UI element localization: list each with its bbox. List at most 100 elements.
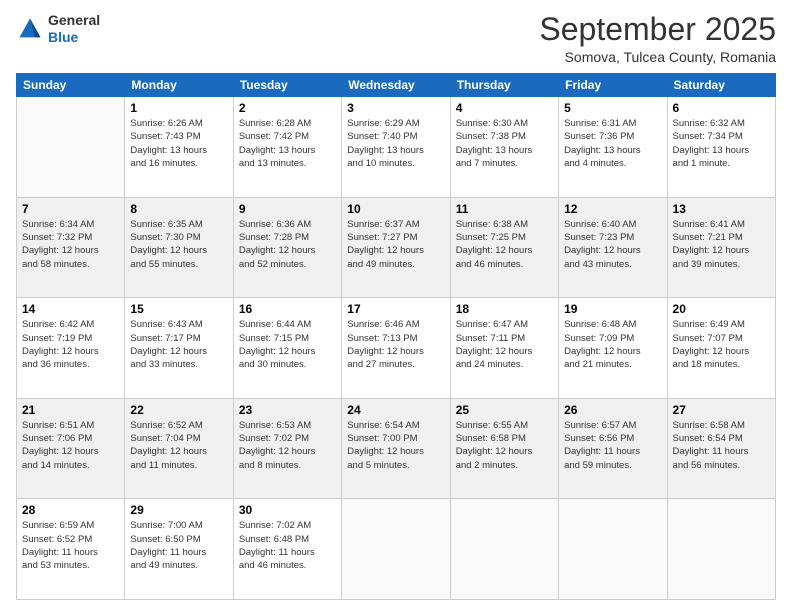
day-info: Sunrise: 6:32 AMSunset: 7:34 PMDaylight:… (673, 117, 770, 170)
day-number: 26 (564, 403, 661, 417)
day-number: 5 (564, 101, 661, 115)
day-number: 12 (564, 202, 661, 216)
day-info: Sunrise: 6:35 AMSunset: 7:30 PMDaylight:… (130, 218, 227, 271)
day-number: 20 (673, 302, 770, 316)
table-row: 29 Sunrise: 7:00 AMSunset: 6:50 PMDayligh… (125, 499, 233, 600)
col-wednesday: Wednesday (342, 74, 450, 97)
table-row: 3 Sunrise: 6:29 AMSunset: 7:40 PMDaylight… (342, 97, 450, 198)
day-info: Sunrise: 6:29 AMSunset: 7:40 PMDaylight:… (347, 117, 444, 170)
day-info: Sunrise: 6:51 AMSunset: 7:06 PMDaylight:… (22, 419, 119, 472)
logo-general: General (48, 12, 100, 28)
day-info: Sunrise: 6:54 AMSunset: 7:00 PMDaylight:… (347, 419, 444, 472)
day-number: 10 (347, 202, 444, 216)
table-row: 11 Sunrise: 6:38 AMSunset: 7:25 PMDayligh… (450, 197, 558, 298)
table-row: 26 Sunrise: 6:57 AMSunset: 6:56 PMDayligh… (559, 398, 667, 499)
table-row: 18Sunrise: 6:47 AMSunset: 7:11 PMDayligh… (450, 298, 558, 399)
table-row: 13 Sunrise: 6:41 AMSunset: 7:21 PMDayligh… (667, 197, 775, 298)
table-row (450, 499, 558, 600)
day-info: Sunrise: 6:40 AMSunset: 7:23 PMDaylight:… (564, 218, 661, 271)
day-number: 18 (456, 302, 553, 316)
table-row: 27Sunrise: 6:58 AMSunset: 6:54 PMDayligh… (667, 398, 775, 499)
day-number: 2 (239, 101, 336, 115)
table-row: 24 Sunrise: 6:54 AMSunset: 7:00 PMDayligh… (342, 398, 450, 499)
table-row: 20 Sunrise: 6:49 AMSunset: 7:07 PMDayligh… (667, 298, 775, 399)
day-info: Sunrise: 6:46 AMSunset: 7:13 PMDaylight:… (347, 318, 444, 371)
day-info: Sunrise: 6:49 AMSunset: 7:07 PMDaylight:… (673, 318, 770, 371)
day-info: Sunrise: 6:52 AMSunset: 7:04 PMDaylight:… (130, 419, 227, 472)
day-number: 28 (22, 503, 119, 517)
col-monday: Monday (125, 74, 233, 97)
table-row: 8 Sunrise: 6:35 AMSunset: 7:30 PMDaylight… (125, 197, 233, 298)
calendar-header-row: Sunday Monday Tuesday Wednesday Thursday… (17, 74, 776, 97)
day-number: 6 (673, 101, 770, 115)
logo-blue: Blue (48, 29, 78, 45)
day-number: 15 (130, 302, 227, 316)
calendar: Sunday Monday Tuesday Wednesday Thursday… (16, 73, 776, 600)
day-info: Sunrise: 6:57 AMSunset: 6:56 PMDaylight:… (564, 419, 661, 472)
table-row: 23 Sunrise: 6:53 AMSunset: 7:02 PMDayligh… (233, 398, 341, 499)
day-number: 13 (673, 202, 770, 216)
day-number: 17 (347, 302, 444, 316)
title-block: September 2025 Somova, Tulcea County, Ro… (539, 12, 776, 65)
table-row: 25 Sunrise: 6:55 AMSunset: 6:58 PMDayligh… (450, 398, 558, 499)
table-row: 14Sunrise: 6:42 AMSunset: 7:19 PMDayligh… (17, 298, 125, 399)
table-row: 9Sunrise: 6:36 AMSunset: 7:28 PMDaylight… (233, 197, 341, 298)
day-info: Sunrise: 6:55 AMSunset: 6:58 PMDaylight:… (456, 419, 553, 472)
table-row: 2 Sunrise: 6:28 AMSunset: 7:42 PMDaylight… (233, 97, 341, 198)
calendar-week-row: 28 Sunrise: 6:59 AMSunset: 6:52 PMDayligh… (17, 499, 776, 600)
day-number: 22 (130, 403, 227, 417)
day-number: 21 (22, 403, 119, 417)
day-number: 29 (130, 503, 227, 517)
day-info: Sunrise: 6:26 AMSunset: 7:43 PMDaylight:… (130, 117, 227, 170)
calendar-week-row: 14Sunrise: 6:42 AMSunset: 7:19 PMDayligh… (17, 298, 776, 399)
col-saturday: Saturday (667, 74, 775, 97)
table-row: 21 Sunrise: 6:51 AMSunset: 7:06 PMDayligh… (17, 398, 125, 499)
day-number: 7 (22, 202, 119, 216)
table-row: 10Sunrise: 6:37 AMSunset: 7:27 PMDayligh… (342, 197, 450, 298)
day-number: 3 (347, 101, 444, 115)
day-number: 11 (456, 202, 553, 216)
day-number: 16 (239, 302, 336, 316)
day-number: 23 (239, 403, 336, 417)
col-thursday: Thursday (450, 74, 558, 97)
table-row: 12 Sunrise: 6:40 AMSunset: 7:23 PMDayligh… (559, 197, 667, 298)
day-info: Sunrise: 6:48 AMSunset: 7:09 PMDaylight:… (564, 318, 661, 371)
logo-text: General Blue (48, 12, 100, 46)
day-info: Sunrise: 6:59 AMSunset: 6:52 PMDaylight:… (22, 519, 119, 572)
day-number: 25 (456, 403, 553, 417)
day-info: Sunrise: 6:28 AMSunset: 7:42 PMDaylight:… (239, 117, 336, 170)
table-row: 4Sunrise: 6:30 AMSunset: 7:38 PMDaylight… (450, 97, 558, 198)
generalblue-logo-icon (16, 15, 44, 43)
day-info: Sunrise: 6:30 AMSunset: 7:38 PMDaylight:… (456, 117, 553, 170)
day-info: Sunrise: 6:43 AMSunset: 7:17 PMDaylight:… (130, 318, 227, 371)
day-number: 30 (239, 503, 336, 517)
table-row: 17 Sunrise: 6:46 AMSunset: 7:13 PMDayligh… (342, 298, 450, 399)
location: Somova, Tulcea County, Romania (539, 49, 776, 65)
table-row (559, 499, 667, 600)
table-row: 22 Sunrise: 6:52 AMSunset: 7:04 PMDayligh… (125, 398, 233, 499)
day-info: Sunrise: 6:42 AMSunset: 7:19 PMDaylight:… (22, 318, 119, 371)
calendar-week-row: 7Sunrise: 6:34 AMSunset: 7:32 PMDaylight… (17, 197, 776, 298)
table-row: 15 Sunrise: 6:43 AMSunset: 7:17 PMDayligh… (125, 298, 233, 399)
day-info: Sunrise: 6:44 AMSunset: 7:15 PMDaylight:… (239, 318, 336, 371)
table-row: 19 Sunrise: 6:48 AMSunset: 7:09 PMDayligh… (559, 298, 667, 399)
day-info: Sunrise: 6:53 AMSunset: 7:02 PMDaylight:… (239, 419, 336, 472)
calendar-week-row: 1 Sunrise: 6:26 AMSunset: 7:43 PMDaylight… (17, 97, 776, 198)
day-number: 19 (564, 302, 661, 316)
day-info: Sunrise: 7:00 AMSunset: 6:50 PMDaylight:… (130, 519, 227, 572)
table-row: 28 Sunrise: 6:59 AMSunset: 6:52 PMDayligh… (17, 499, 125, 600)
day-number: 24 (347, 403, 444, 417)
table-row: 5 Sunrise: 6:31 AMSunset: 7:36 PMDaylight… (559, 97, 667, 198)
logo: General Blue (16, 12, 100, 46)
calendar-week-row: 21 Sunrise: 6:51 AMSunset: 7:06 PMDayligh… (17, 398, 776, 499)
table-row (17, 97, 125, 198)
day-number: 8 (130, 202, 227, 216)
col-sunday: Sunday (17, 74, 125, 97)
month-title: September 2025 (539, 12, 776, 47)
day-info: Sunrise: 6:38 AMSunset: 7:25 PMDaylight:… (456, 218, 553, 271)
day-info: Sunrise: 7:02 AMSunset: 6:48 PMDaylight:… (239, 519, 336, 572)
day-info: Sunrise: 6:31 AMSunset: 7:36 PMDaylight:… (564, 117, 661, 170)
table-row: 6 Sunrise: 6:32 AMSunset: 7:34 PMDaylight… (667, 97, 775, 198)
day-number: 1 (130, 101, 227, 115)
day-info: Sunrise: 6:41 AMSunset: 7:21 PMDaylight:… (673, 218, 770, 271)
